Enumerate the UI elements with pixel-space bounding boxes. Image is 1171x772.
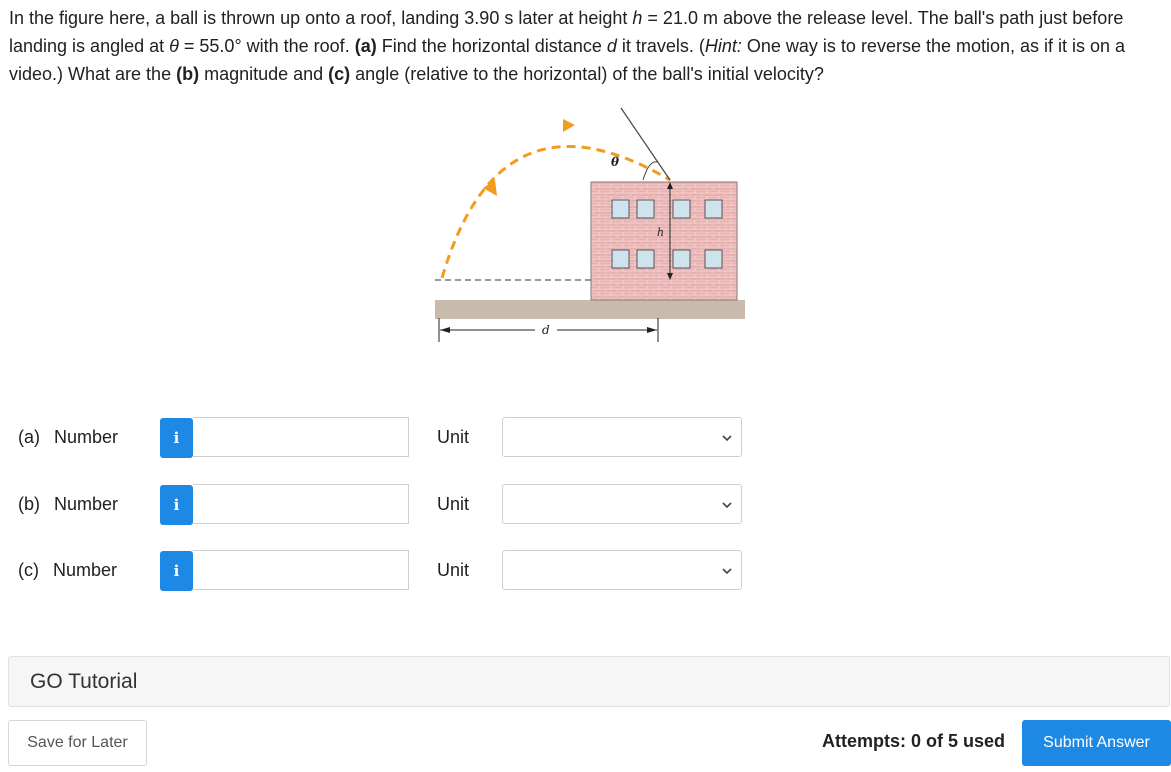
info-icon: i	[173, 496, 180, 514]
h-label: h	[657, 226, 664, 239]
chevron-down-icon	[722, 435, 732, 442]
go-tutorial-panel[interactable]: GO Tutorial	[8, 656, 1170, 707]
answer-row-a: (a) Number i Unit	[0, 417, 1171, 459]
go-tutorial-label: GO Tutorial	[30, 670, 138, 693]
chevron-down-icon	[722, 502, 732, 509]
unit-select[interactable]	[502, 550, 742, 590]
theta-label: θ	[611, 155, 619, 169]
attempts-counter: Attempts: 0 of 5 used	[822, 731, 1006, 751]
part-label: (c)	[18, 560, 39, 580]
submit-answer-button[interactable]: Submit Answer	[1022, 720, 1171, 766]
unit-label: Unit	[437, 494, 470, 514]
part-label: (a)	[18, 427, 40, 447]
part-label: (b)	[18, 494, 40, 514]
save-for-later-button[interactable]: Save for Later	[8, 720, 147, 766]
unit-select[interactable]	[502, 417, 742, 457]
answer-row-b: (b) Number i Unit	[0, 484, 1171, 526]
trajectory-arrow-2	[563, 119, 575, 132]
question-text: In the figure here, a ball is thrown up …	[9, 8, 1126, 84]
chevron-down-icon	[722, 568, 732, 575]
number-label: Number	[53, 560, 118, 580]
unit-label: Unit	[437, 427, 470, 447]
answer-row-c: (c) Number i Unit	[0, 550, 1171, 592]
d-label: d	[542, 323, 550, 337]
projectile-figure: h θ d	[435, 107, 745, 342]
unit-label: Unit	[437, 560, 470, 580]
number-input[interactable]	[193, 484, 409, 524]
ground	[435, 300, 745, 319]
roof-angle-line	[620, 107, 671, 181]
unit-select[interactable]	[502, 484, 742, 524]
number-label: Number	[54, 427, 119, 447]
info-button[interactable]: i	[160, 485, 193, 525]
info-icon: i	[173, 429, 180, 447]
info-icon: i	[173, 562, 180, 580]
info-button[interactable]: i	[160, 418, 193, 458]
number-input[interactable]	[193, 550, 409, 590]
info-button[interactable]: i	[160, 551, 193, 591]
number-label: Number	[54, 494, 119, 514]
number-input[interactable]	[193, 417, 409, 457]
